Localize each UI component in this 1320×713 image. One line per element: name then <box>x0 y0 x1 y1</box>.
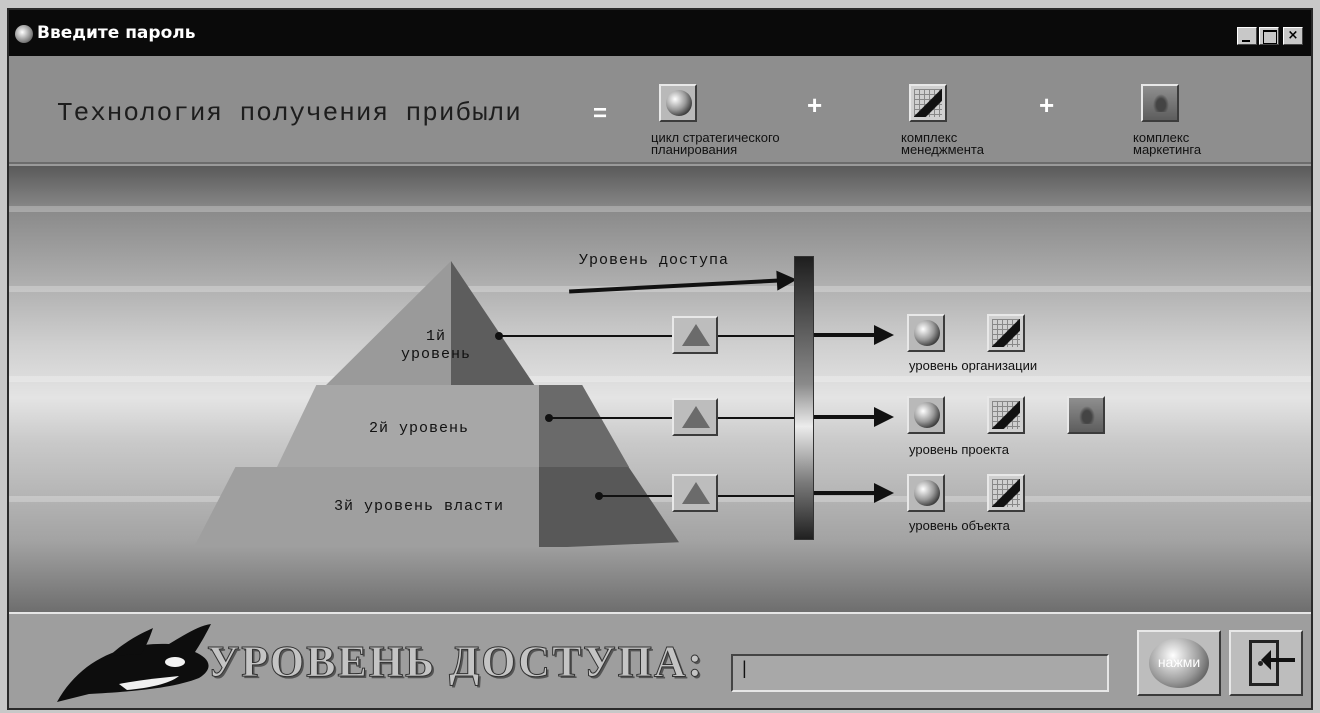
pyramid-level-3-side <box>539 467 679 547</box>
pyramid-icon[interactable] <box>672 398 718 436</box>
orca-icon <box>15 25 33 43</box>
marketing-caption: комплекс маркетинга <box>1133 131 1320 157</box>
pyramid-level-3-label: 3й уровень власти <box>333 498 505 515</box>
pyramid-level-2-side <box>539 385 629 467</box>
connector-line <box>499 335 794 337</box>
pyramid-icon[interactable] <box>672 316 718 354</box>
strategic-planning-item[interactable]: цикл стратегического планирования <box>651 84 780 156</box>
chart-icon[interactable] <box>987 314 1025 352</box>
management-caption: комплекс менеджмента <box>901 131 1121 157</box>
globe-icon[interactable] <box>907 314 945 352</box>
plus-sign: + <box>807 90 823 120</box>
globe-icon[interactable] <box>907 474 945 512</box>
pyramid-scene: 1й уровень 2й уровень 3й уровень власти … <box>9 166 1311 612</box>
chart-icon[interactable] <box>987 396 1025 434</box>
globe-icon[interactable] <box>907 396 945 434</box>
maximize-button[interactable] <box>1259 27 1279 45</box>
chart-icon[interactable] <box>987 474 1025 512</box>
close-button[interactable]: × <box>1283 27 1303 45</box>
pyramid-level-2-label: 2й уровень <box>368 420 469 437</box>
cloud-band <box>9 206 1311 212</box>
strategic-planning-caption: цикл стратегического планирования <box>651 131 871 157</box>
level-arrow <box>814 407 894 427</box>
minimize-button[interactable] <box>1237 27 1257 45</box>
label-line: уровень <box>400 346 471 363</box>
globe-icon[interactable] <box>659 84 697 122</box>
cloud-band <box>9 376 1311 382</box>
pyramid-icon[interactable] <box>672 474 718 512</box>
orca-logo-icon <box>57 624 211 702</box>
level-caption: уровень проекта <box>909 442 1009 457</box>
caption-line: маркетинга <box>1133 142 1202 157</box>
equals-sign: = <box>593 100 608 127</box>
exit-button[interactable] <box>1229 630 1303 696</box>
press-button[interactable]: нажми <box>1137 630 1221 696</box>
level-caption: уровень организации <box>909 358 1038 373</box>
header-strip: Технология получения прибыли = цикл стра… <box>9 56 1311 164</box>
window-title: Введите пароль <box>37 23 196 43</box>
access-level-title: УРОВЕНЬ ДОСТУПА: <box>206 637 705 687</box>
plus-sign: + <box>1039 90 1055 120</box>
access-level-gradient-bar <box>794 256 814 540</box>
exit-arrow-icon <box>1261 650 1295 670</box>
caption-line: планирования <box>651 142 738 157</box>
pyramid-level-1-label: 1й уровень <box>381 328 491 364</box>
marketing-complex-item[interactable]: комплекс маркетинга <box>1133 84 1201 156</box>
label-line: 1й <box>425 328 446 345</box>
title-bar[interactable]: Введите пароль × <box>9 10 1311 56</box>
level-arrow <box>814 325 894 345</box>
level-caption: уровень объекта <box>909 518 1010 533</box>
marketing-icon[interactable] <box>1067 396 1105 434</box>
footer-bar: УРОВЕНЬ ДОСТУПА: | нажми <box>9 612 1311 708</box>
maximize-icon <box>1260 28 1278 44</box>
formula-label: Технология получения прибыли <box>57 98 522 128</box>
minimize-icon <box>1238 28 1256 44</box>
password-window: Введите пароль × Технология получения пр… <box>7 8 1313 710</box>
close-icon: × <box>1287 28 1299 43</box>
press-button-label: нажми <box>1157 654 1201 670</box>
password-input[interactable]: | <box>731 654 1109 692</box>
caption-line: менеджмента <box>901 142 984 157</box>
chart-icon[interactable] <box>909 84 947 122</box>
marketing-icon[interactable] <box>1141 84 1179 122</box>
access-level-label: Уровень доступа <box>579 252 730 269</box>
management-complex-item[interactable]: комплекс менеджмента <box>901 84 984 156</box>
level-arrow <box>814 483 894 503</box>
